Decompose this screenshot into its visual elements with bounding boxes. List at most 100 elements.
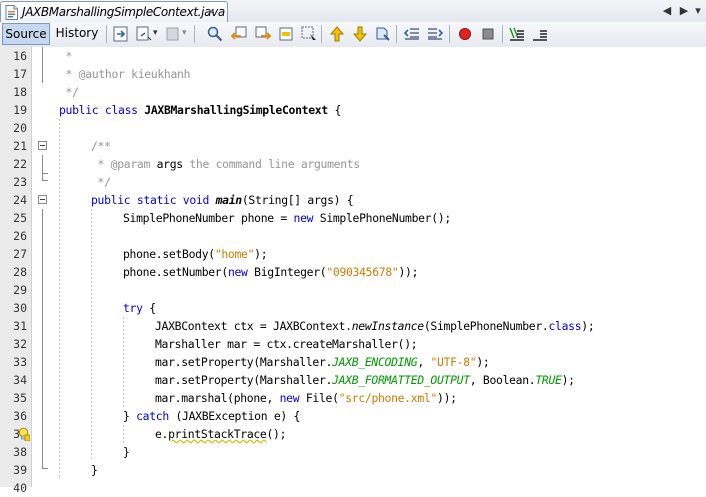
code-line: 26 [0, 227, 706, 245]
code-token: { [327, 103, 342, 117]
fold-line [42, 209, 43, 461]
code-token: (String[] args) { [241, 193, 354, 207]
code-line: 37 e.printStackTrace(); [0, 425, 706, 443]
line-number: 20 [13, 121, 27, 135]
code-line: 25 SimplePhoneNumber phone = new SimpleP… [0, 209, 706, 227]
line-number: 26 [13, 229, 27, 243]
line-number: 39 [13, 463, 27, 477]
fold-toggle-icon[interactable] [38, 195, 47, 204]
code-text: } [91, 461, 98, 479]
uncomment-icon[interactable] [531, 25, 549, 43]
comment-text: */ [59, 85, 79, 99]
code-text: JAXBContext ctx = JAXBContext.newInstanc… [155, 317, 595, 335]
comment-icon[interactable] [508, 25, 526, 43]
close-tab-icon[interactable]: × [206, 6, 216, 17]
code-text: Marshaller mar = ctx.createMarshaller(); [155, 335, 418, 353]
code-token: ); [561, 373, 575, 387]
start-macro-icon[interactable] [456, 25, 474, 43]
comment-text: * [59, 49, 73, 63]
code-text: } catch (JAXBException e) { [123, 407, 300, 425]
line-number: 25 [13, 211, 27, 225]
toggle-bookmark-icon[interactable] [374, 25, 392, 43]
source-tab-button[interactable]: Source [2, 23, 50, 45]
shift-left-icon[interactable] [403, 25, 421, 43]
class-name: JAXBMarshallingSimpleContext [144, 103, 328, 117]
stop-macro-icon[interactable] [479, 25, 497, 43]
line-number: 31 [13, 319, 27, 333]
comment-text: * @author kieukhanh [59, 67, 191, 81]
code-line: 29 [0, 281, 706, 299]
code-token: (JAXBException e) { [168, 409, 301, 423]
editor-toolbar: Source History ▾ ▾ [0, 22, 706, 48]
code-token: mar.setProperty(Marshaller. [155, 355, 333, 369]
code-token: )); [398, 265, 419, 279]
forward-dropdown-icon[interactable]: ▾ [182, 28, 187, 38]
code-line: 20 [0, 119, 706, 137]
constant-field: JAXB_FORMATTED_OUTPUT [332, 373, 470, 387]
code-text: phone.setBody("home"); [123, 245, 268, 263]
line-number: 16 [13, 49, 27, 63]
line-number: 40 [13, 481, 27, 495]
line-number: 36 [13, 409, 27, 423]
file-tab-title: JAXBMarshallingSimpleContext.java [22, 5, 225, 19]
method-name: newInstance [351, 319, 424, 333]
back-icon[interactable] [135, 25, 153, 43]
code-line: 32 Marshaller mar = ctx.createMarshaller… [0, 335, 706, 353]
find-previous-icon[interactable] [230, 25, 248, 43]
line-number: 34 [13, 373, 27, 387]
lightbulb-hint-icon[interactable] [17, 427, 30, 441]
code-text: * @param args the command line arguments [91, 155, 361, 173]
toggle-highlight-icon[interactable] [278, 25, 296, 43]
code-text: * @author kieukhanh [59, 65, 191, 83]
code-line: 31 JAXBContext ctx = JAXBContext.newInst… [0, 317, 706, 335]
code-line: 16 * [0, 47, 706, 65]
keyword: catch [136, 409, 169, 423]
code-token: ); [581, 319, 595, 333]
code-token: , [417, 355, 431, 369]
keyword: new [279, 391, 300, 405]
code-text: public static void main(String[] args) { [91, 191, 354, 209]
history-tab-button[interactable]: History [52, 23, 102, 45]
code-line: 39 } [0, 461, 706, 479]
forward-icon[interactable] [164, 25, 182, 43]
code-line: 27 phone.setBody("home"); [0, 245, 706, 263]
constant-field: JAXB_ENCODING [332, 355, 418, 369]
find-icon[interactable] [206, 25, 224, 43]
toolbar-separator [321, 25, 322, 43]
toggle-rect-selection-icon[interactable] [300, 25, 318, 43]
fold-toggle-icon[interactable] [38, 141, 47, 150]
fold-line [42, 155, 43, 173]
code-line: 30 try { [0, 299, 706, 317]
scroll-tabs-left-icon[interactable]: ◀ [659, 3, 675, 19]
code-token: phone.setNumber( [123, 265, 228, 279]
code-text: mar.setProperty(Marshaller.JAXB_ENCODING… [155, 353, 490, 371]
line-number: 29 [13, 283, 27, 297]
code-token: , Boolean. [469, 373, 536, 387]
code-text: } [123, 443, 130, 461]
comment-text: the command line arguments [182, 157, 360, 171]
code-token: (); [266, 427, 287, 441]
code-token: mar.setProperty(Marshaller. [155, 373, 333, 387]
previous-bookmark-icon[interactable] [328, 25, 346, 43]
line-number: 19 [13, 103, 27, 117]
line-number: 30 [13, 301, 27, 315]
toolbar-separator [194, 25, 195, 43]
method-call-warning: printStackTrace [168, 427, 267, 441]
file-tab[interactable]: JAXBMarshallingSimpleContext.java × [0, 1, 228, 22]
code-text: phone.setNumber(new BigInteger("09034567… [123, 263, 418, 281]
next-bookmark-icon[interactable] [351, 25, 369, 43]
string-literal: "UTF-8" [430, 355, 477, 369]
last-edit-icon[interactable] [112, 25, 130, 43]
show-opened-documents-icon[interactable]: ▾ [690, 3, 706, 19]
shift-right-icon[interactable] [426, 25, 444, 43]
code-line: 19 public class JAXBMarshallingSimpleCon… [0, 101, 706, 119]
code-text: /** [91, 137, 111, 155]
indent-guide [59, 119, 60, 479]
find-next-icon[interactable] [254, 25, 272, 43]
line-number: 18 [13, 85, 27, 99]
code-line: 24 public static void main(String[] args… [0, 191, 706, 209]
comment-text: /** [91, 139, 111, 153]
back-dropdown-icon[interactable]: ▾ [153, 28, 158, 38]
code-token: ); [254, 247, 268, 261]
toolbar-separator [396, 25, 397, 43]
